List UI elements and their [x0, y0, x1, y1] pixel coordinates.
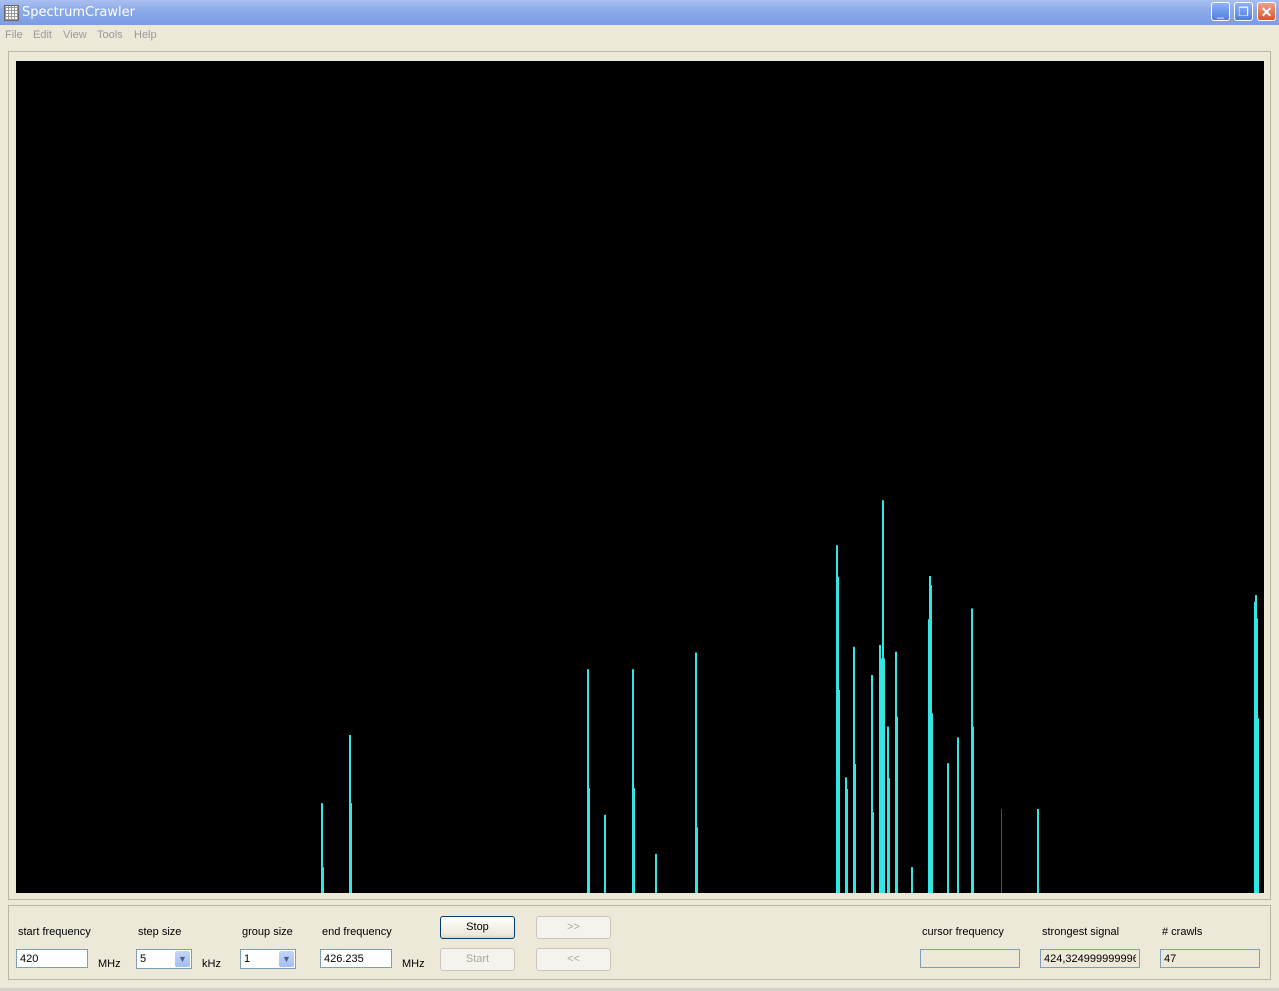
spectrum-bar-28 [896, 716, 898, 893]
spectrum-bar-42 [1257, 718, 1259, 893]
step-size-select[interactable]: 5 ▼ [136, 949, 192, 969]
cursor-frequency-label: cursor frequency [922, 926, 1004, 938]
spectrum-bar-35 [957, 737, 959, 893]
chevron-down-icon[interactable]: ▼ [279, 951, 294, 967]
spectrum-bar-34 [947, 763, 949, 893]
spectrum-bar-5 [588, 788, 590, 893]
spectrum-bar-29 [911, 867, 913, 893]
crawls-field [1160, 949, 1260, 968]
end-frequency-label: end frequency [322, 926, 392, 938]
spectrum-bar-16 [846, 789, 848, 893]
spectrum-bar-38 [1037, 808, 1039, 893]
spectrum-bar-26 [888, 778, 890, 893]
spectrum-bar-14 [838, 689, 840, 893]
spectrum-bar-1 [322, 867, 324, 893]
spectrum-bar-6 [604, 814, 606, 893]
close-button[interactable]: ✕ [1257, 2, 1276, 21]
back-button[interactable]: << [536, 948, 611, 971]
menu-view[interactable]: View [63, 29, 87, 41]
spectrum-svg [321, 500, 1259, 893]
maximize-button[interactable]: ❐ [1234, 2, 1253, 21]
window-title: SpectrumCrawler [22, 5, 135, 20]
chevron-down-icon[interactable]: ▼ [175, 951, 190, 967]
cursor-frequency-field [920, 949, 1020, 968]
control-panel [8, 905, 1271, 980]
menu-file[interactable]: File [5, 29, 23, 41]
end-frequency-unit: MHz [402, 958, 425, 970]
start-button[interactable]: Start [440, 948, 515, 971]
step-size-label: step size [138, 926, 182, 938]
menu-help[interactable]: Help [134, 29, 157, 41]
spectrum-plot[interactable] [16, 61, 1264, 893]
forward-button[interactable]: >> [536, 916, 611, 939]
spectrum-bar-11 [696, 827, 698, 893]
spectrum-bar-22 [880, 658, 882, 893]
start-frequency-unit: MHz [98, 958, 121, 970]
stop-button[interactable]: Stop [440, 916, 515, 939]
group-size-label: group size [242, 926, 293, 938]
strongest-signal-field [1040, 949, 1140, 968]
menu-tools[interactable]: Tools [97, 29, 123, 41]
start-frequency-label: start frequency [18, 926, 91, 938]
step-size-unit: kHz [202, 958, 221, 970]
app-grid-icon [4, 5, 19, 21]
spectrum-bar-3 [350, 803, 352, 893]
spectrum-bar-18 [854, 764, 856, 893]
spectrum-bar-20 [872, 812, 874, 893]
crawls-label: # crawls [1162, 926, 1203, 938]
spectrum-bar-8 [633, 788, 635, 893]
menu-bar: File Edit View Tools Help [0, 25, 1279, 45]
spectrum-bar-24 [883, 658, 885, 893]
group-size-select[interactable]: 1 ▼ [240, 949, 296, 969]
start-frequency-input[interactable] [16, 949, 88, 968]
menu-edit[interactable]: Edit [33, 29, 52, 41]
spectrum-bar-9 [655, 853, 657, 893]
minimize-button[interactable]: _ [1211, 2, 1230, 21]
step-size-value: 5 [140, 953, 147, 965]
spectrum-bar-33 [931, 713, 933, 893]
title-bar: SpectrumCrawler _ ❐ ✕ [0, 0, 1279, 25]
marker-line [1001, 808, 1002, 893]
spectrum-bar-37 [972, 726, 974, 893]
group-size-value: 1 [244, 953, 251, 965]
strongest-signal-label: strongest signal [1042, 926, 1120, 938]
end-frequency-input[interactable] [320, 949, 392, 968]
